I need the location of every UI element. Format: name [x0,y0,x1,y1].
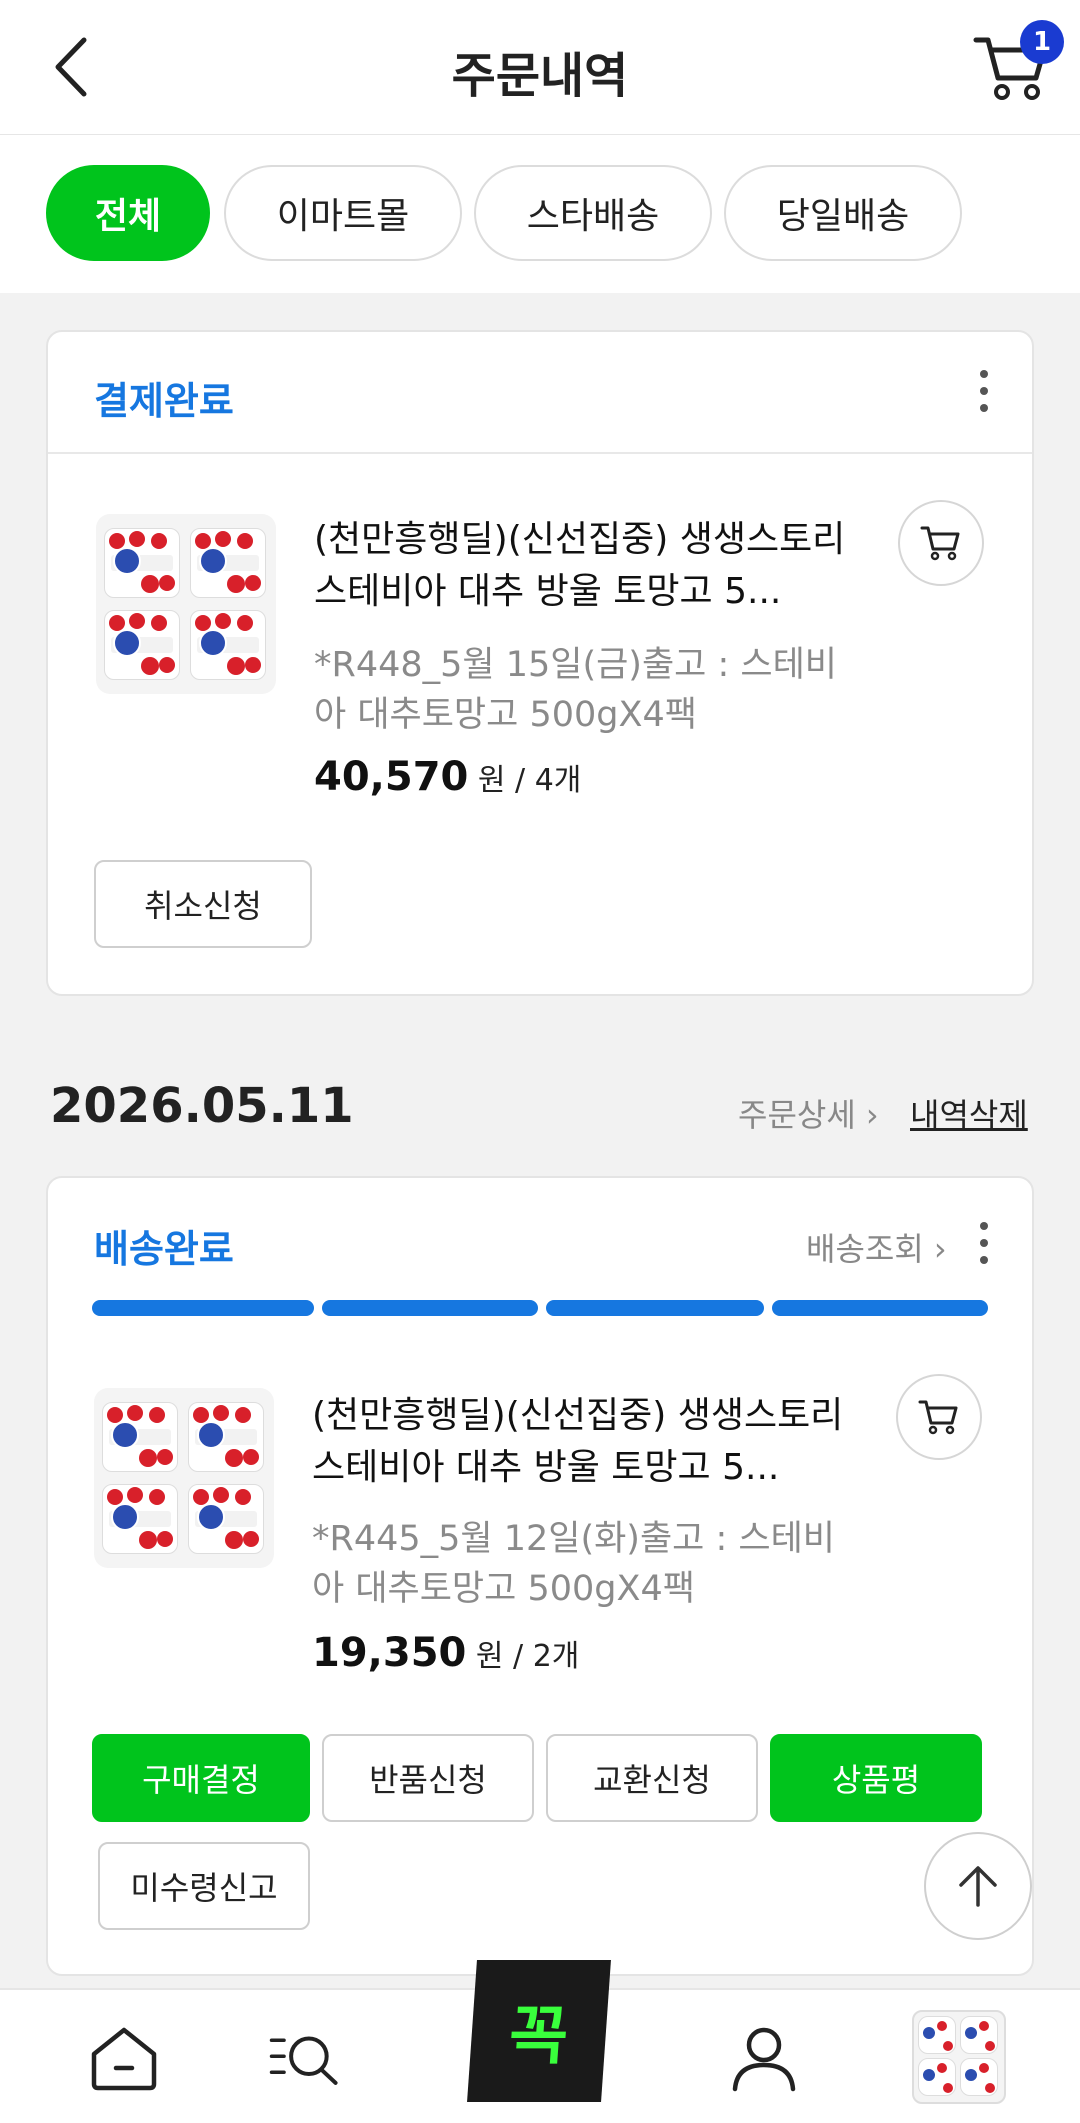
category-search-icon [269,2036,338,2085]
quantity: / 2개 [503,1639,580,1674]
cart-count-badge: 1 [1020,20,1064,64]
order-date: 2026.05.11 [50,1078,354,1134]
price-unit: 원 [477,763,506,798]
delivery-progress-step-4 [772,1300,988,1316]
kkok-logo-button[interactable]: 꼭 [467,1960,611,2102]
delivery-progress-step-3 [546,1300,764,1316]
tab-emart-mall[interactable]: 이마트몰 [224,165,462,261]
order-status: 배송완료 [94,1227,234,1271]
product-option: *R445_5월 12일(화)출고 : 스테비아 대추토망고 500gX4팩 [312,1519,836,1609]
tab-same-day-delivery[interactable]: 당일배송 [724,165,962,261]
cancel-request-button[interactable]: 취소신청 [94,860,312,948]
price-value: 40,570 [314,754,469,800]
header: 주문내역 1 [0,0,1080,135]
more-options-icon[interactable] [974,1222,994,1272]
add-to-cart-button[interactable] [896,1374,982,1460]
product-name[interactable]: (천만흥행딜)(신선집중) 생생스토리 스테비아 대추 방울 토망고 5... [314,514,854,618]
cart-icon [918,1400,958,1435]
add-to-cart-button[interactable] [898,500,984,586]
report-not-received-button[interactable]: 미수령신고 [98,1842,310,1930]
delivery-progress-step-2 [322,1300,538,1316]
delivery-progress-step-1 [92,1300,314,1316]
product-thumbnail[interactable] [96,514,276,694]
divider [48,452,1032,454]
cart-icon [920,526,960,561]
nav-my-page[interactable] [724,2018,804,2098]
confirm-purchase-button[interactable]: 구매결정 [92,1734,310,1822]
quantity: / 4개 [505,763,582,798]
price-value: 19,350 [312,1630,467,1676]
tab-all[interactable]: 전체 [46,165,210,261]
price-line: 19,350 원 / 2개 [312,1630,579,1676]
product-option: *R448_5월 15일(금)출고 : 스테비아 대추토망고 500gX4팩 [314,645,838,735]
product-name[interactable]: (천만흥행딜)(신선집중) 생생스토리 스테비아 대추 방울 토망고 5... [312,1390,852,1494]
product-thumbnail[interactable] [94,1388,274,1568]
price-line: 40,570 원 / 4개 [314,754,581,800]
order-status: 결제완료 [94,379,234,423]
my-page-icon [732,2027,796,2092]
delete-history-link[interactable]: 내역삭제 [910,1090,1028,1136]
tab-star-delivery[interactable]: 스타배송 [474,165,712,261]
kkok-logo-text: 꼭 [506,2000,571,2074]
filter-tabs: 전체 이마트몰 스타배송 당일배송 [0,135,1080,293]
scroll-to-top-button[interactable] [924,1832,1032,1940]
nav-category-search[interactable] [268,2018,348,2098]
exchange-request-button[interactable]: 교환신청 [546,1734,758,1822]
more-options-icon[interactable] [974,370,994,420]
nav-home[interactable] [84,2018,164,2098]
home-icon [91,2027,157,2091]
order-detail-link[interactable]: 주문상세 › [738,1090,879,1136]
tracking-link[interactable]: 배송조회 › [806,1224,947,1270]
page-title: 주문내역 [451,48,629,104]
recent-product-thumbnail[interactable] [912,2010,1006,2104]
return-request-button[interactable]: 반품신청 [322,1734,534,1822]
arrow-up-icon [959,1866,997,1907]
price-unit: 원 [475,1639,504,1674]
product-review-button[interactable]: 상품평 [770,1734,982,1822]
order-card: 결제완료 (천만흥행딜)(신선집중) 생생스토리 스테비아 대추 방울 토망고 … [46,330,1034,996]
